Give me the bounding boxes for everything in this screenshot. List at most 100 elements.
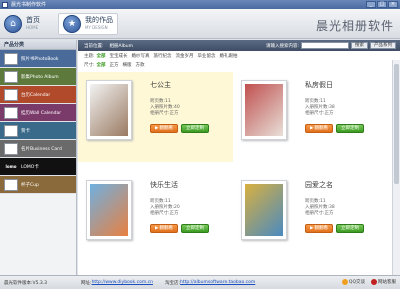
album-title: 快乐生活 (150, 181, 178, 189)
nav-works-label: 我的作品 (85, 16, 113, 24)
album-thumbnail[interactable] (86, 80, 132, 140)
album-card[interactable]: 七公主 跨页数:11 入册照片数:40 相册尺寸:正方 ▶ 翻翻看 立即定制 (78, 72, 233, 162)
category-thumbnail (4, 70, 18, 83)
sidebar-item[interactable]: 台历Calendar (0, 86, 76, 104)
size-filter-label: 尺寸: (84, 62, 95, 68)
search-input[interactable] (301, 42, 349, 49)
minimize-button[interactable]: _ (366, 1, 376, 8)
service-icon (371, 279, 377, 285)
flip-icon: ▶ (310, 126, 314, 131)
breadcrumb-current[interactable]: 相册Album (110, 43, 133, 49)
search-button[interactable]: 搜索 (351, 42, 368, 49)
main-panel: 当前位置: 相册Album 请输入搜索内容: 搜索 产品系列 主题: 全部 宝宝成… (78, 40, 400, 275)
sidebar-item-label: LOMO卡 (21, 164, 39, 170)
preview-button-label: 翻翻看 (314, 226, 328, 231)
album-size: 相册尺寸:正方 (150, 111, 179, 116)
size-option[interactable]: 横版 (123, 63, 132, 68)
album-card[interactable]: 私房假日 跨页数:11 入册照片数:38 相册尺寸:正方 ▶ 翻翻看 立即定制 (233, 72, 388, 162)
preview-button[interactable]: ▶ 翻翻看 (150, 224, 178, 233)
category-thumbnail (4, 142, 18, 155)
sidebar-header: 产品分类 (0, 40, 76, 50)
flip-icon: ▶ (155, 226, 159, 231)
sidebar-item-label: 照片书PhotoBook (21, 56, 59, 62)
nav-works-sub: MY DESIGN (85, 25, 108, 30)
theme-option[interactable]: 宝宝成长 (110, 54, 128, 59)
theme-option[interactable]: 婚纱写真 (132, 54, 150, 59)
category-thumbnail (4, 88, 18, 101)
breadcrumb: 当前位置: 相册Album 请输入搜索内容: 搜索 产品系列 (78, 40, 400, 51)
customize-button[interactable]: 立即定制 (335, 224, 364, 233)
sidebar-item-label: 影集Photo Album (21, 74, 59, 80)
album-size: 相册尺寸:正方 (305, 111, 334, 116)
preview-button[interactable]: ▶ 翻翻看 (305, 124, 333, 133)
window-title: 晨光书制作软件 (11, 2, 47, 8)
preview-button-label: 翻翻看 (159, 126, 173, 131)
qq-chat-button[interactable]: QQ交谈 (341, 279, 365, 285)
sidebar-item-label: 贺卡 (21, 128, 30, 134)
sidebar-item[interactable]: 挂历Wall Calendar (0, 104, 76, 122)
sidebar-item-label: 杯子Cup (21, 182, 39, 188)
web-service-button[interactable]: 网站客服 (371, 279, 396, 285)
sidebar-item[interactable]: 杯子Cup (0, 176, 76, 194)
album-thumbnail[interactable] (241, 180, 287, 240)
nav-my-works[interactable]: ★ 我的作品 MY DESIGN (58, 13, 118, 35)
preview-button[interactable]: ▶ 翻翻看 (150, 124, 178, 133)
sidebar-item[interactable]: 照片书PhotoBook (0, 50, 76, 68)
shop-link[interactable]: http://albumsoftware.taobao.com (180, 280, 255, 285)
version-text: 晨光软件版本:V5.3.3 (4, 280, 48, 286)
album-thumbnail[interactable] (241, 80, 287, 140)
qq-chat-label: QQ交谈 (348, 280, 365, 285)
title-bar: 晨光书制作软件 _ □ × (0, 0, 400, 9)
album-title: 七公主 (150, 81, 171, 89)
sidebar-item[interactable]: 名片Business Card (0, 140, 76, 158)
scrollbar[interactable] (392, 60, 400, 275)
theme-option[interactable]: 婚礼跟拍 (220, 54, 238, 59)
status-bar: 晨光软件版本:V5.3.3 网址: http://www.diybook.com… (0, 275, 400, 289)
sidebar-item[interactable]: 贺卡 (0, 122, 76, 140)
sidebar-item[interactable]: 影集Photo Album (0, 68, 76, 86)
category-thumbnail (4, 178, 18, 191)
album-cover-image (90, 184, 128, 236)
preview-button[interactable]: ▶ 翻翻看 (305, 224, 333, 233)
sidebar-item-label: 台历Calendar (21, 92, 51, 98)
album-card[interactable]: 园爱之名 跨页数:11 入册照片数:38 相册尺寸:正方 ▶ 翻翻看 立即定制 (233, 172, 388, 262)
theme-option[interactable]: 旅行纪念 (154, 54, 172, 59)
sidebar: 产品分类 照片书PhotoBook 影集Photo Album 台历Calendar… (0, 40, 77, 275)
theme-filter: 主题: 全部 宝宝成长 婚纱写真 旅行纪念 流金岁月 毕业留念 婚礼跟拍 (78, 51, 400, 60)
album-size: 相册尺寸:正方 (305, 211, 334, 216)
breadcrumb-prefix: 当前位置: (84, 43, 104, 49)
album-thumbnail[interactable] (86, 180, 132, 240)
sidebar-item-label: 名片Business Card (21, 146, 62, 152)
category-thumbnail (4, 52, 18, 65)
scrollbar-thumb[interactable] (394, 64, 399, 184)
category-thumbnail (4, 106, 18, 119)
nav-home-label: 首页 (26, 16, 40, 24)
theme-option[interactable]: 全部 (97, 54, 106, 59)
album-size: 相册尺寸:正方 (150, 211, 179, 216)
theme-option[interactable]: 流金岁月 (176, 54, 194, 59)
close-button[interactable]: × (388, 1, 398, 8)
album-cover-image (245, 184, 283, 236)
album-title: 私房假日 (305, 81, 333, 89)
nav-home[interactable]: ⌂ 首页 HOME (4, 13, 40, 35)
home-icon: ⌂ (4, 15, 22, 33)
sidebar-item-label: 挂历Wall Calendar (21, 110, 62, 116)
size-option[interactable]: 正方 (110, 63, 119, 68)
preview-button-label: 翻翻看 (159, 226, 173, 231)
sort-button[interactable]: 产品系列 (370, 42, 396, 49)
customize-button[interactable]: 立即定制 (335, 124, 364, 133)
album-title: 园爱之名 (305, 181, 333, 189)
window-controls: _ □ × (366, 1, 398, 8)
customize-button[interactable]: 立即定制 (180, 124, 209, 133)
size-option[interactable]: 全部 (97, 63, 106, 68)
shop-label: 淘宝店: (164, 280, 180, 286)
theme-option[interactable]: 毕业留念 (198, 54, 216, 59)
size-option[interactable]: 方款 (136, 63, 145, 68)
customize-button[interactable]: 立即定制 (180, 224, 209, 233)
album-cover-image (245, 84, 283, 136)
sidebar-item[interactable]: lomo LOMO卡 (0, 158, 76, 176)
site-link[interactable]: http://www.diybook.com.cn (92, 280, 153, 285)
category-thumbnail (4, 124, 18, 137)
album-card[interactable]: 快乐生活 跨页数:11 入册照片数:20 相册尺寸:正方 ▶ 翻翻看 立即定制 (78, 172, 233, 262)
maximize-button[interactable]: □ (377, 1, 387, 8)
